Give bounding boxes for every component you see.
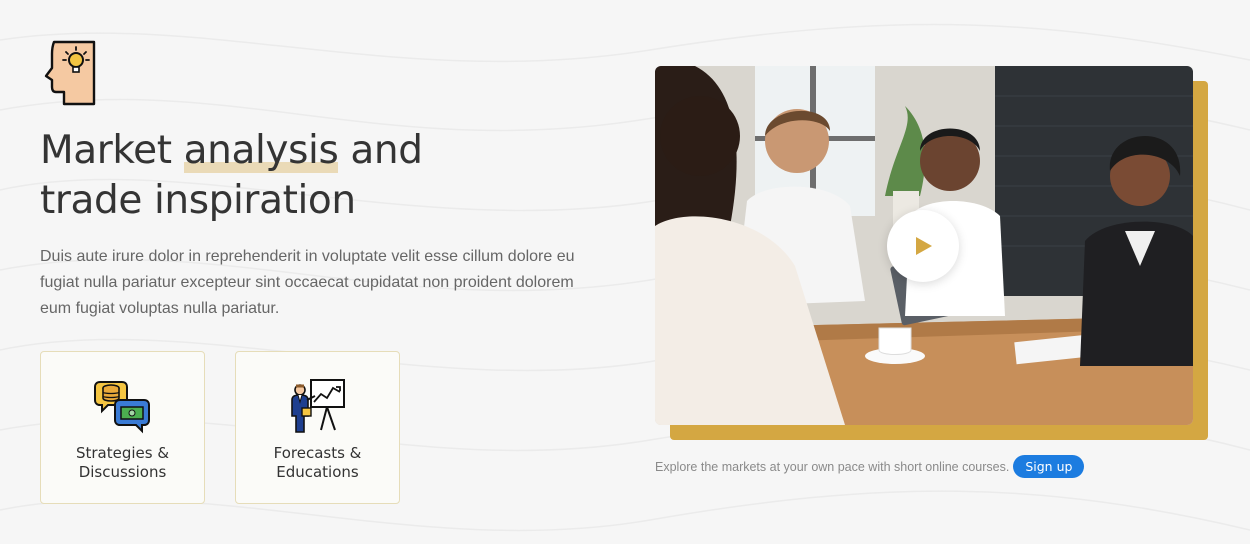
cta-row: Explore the markets at your own pace wit… [655,455,1085,478]
video-media [655,66,1208,440]
chat-coins-icon [93,381,150,434]
cta-text: Explore the markets at your own pace wit… [655,459,1010,474]
hero-section: Market analysis and trade inspiration Du… [40,38,600,322]
card-label: Strategies & Discussions [75,444,170,481]
play-icon [916,237,932,255]
card-strategies-discussions[interactable]: Strategies & Discussions [40,351,205,504]
play-button[interactable] [887,210,959,282]
presentation-chart-icon [290,379,345,433]
title-suffix: and [338,128,423,173]
hero-title: Market analysis and trade inspiration [40,126,600,226]
title-highlight: analysis [183,128,339,173]
title-prefix: Market [40,128,184,173]
business-meeting-photo[interactable] [655,66,1193,425]
card-label: Forecasts & Educations [273,444,362,481]
feature-cards: Strategies & Discussions Forecasts & Edu… [40,351,400,504]
title-line2: trade inspiration [40,178,356,223]
sign-up-button[interactable]: Sign up [1013,455,1085,478]
hero-description: Duis aute irure dolor in reprehenderit i… [40,248,575,317]
head-lightbulb-icon [44,40,96,106]
card-forecasts-educations[interactable]: Forecasts & Educations [235,351,400,504]
